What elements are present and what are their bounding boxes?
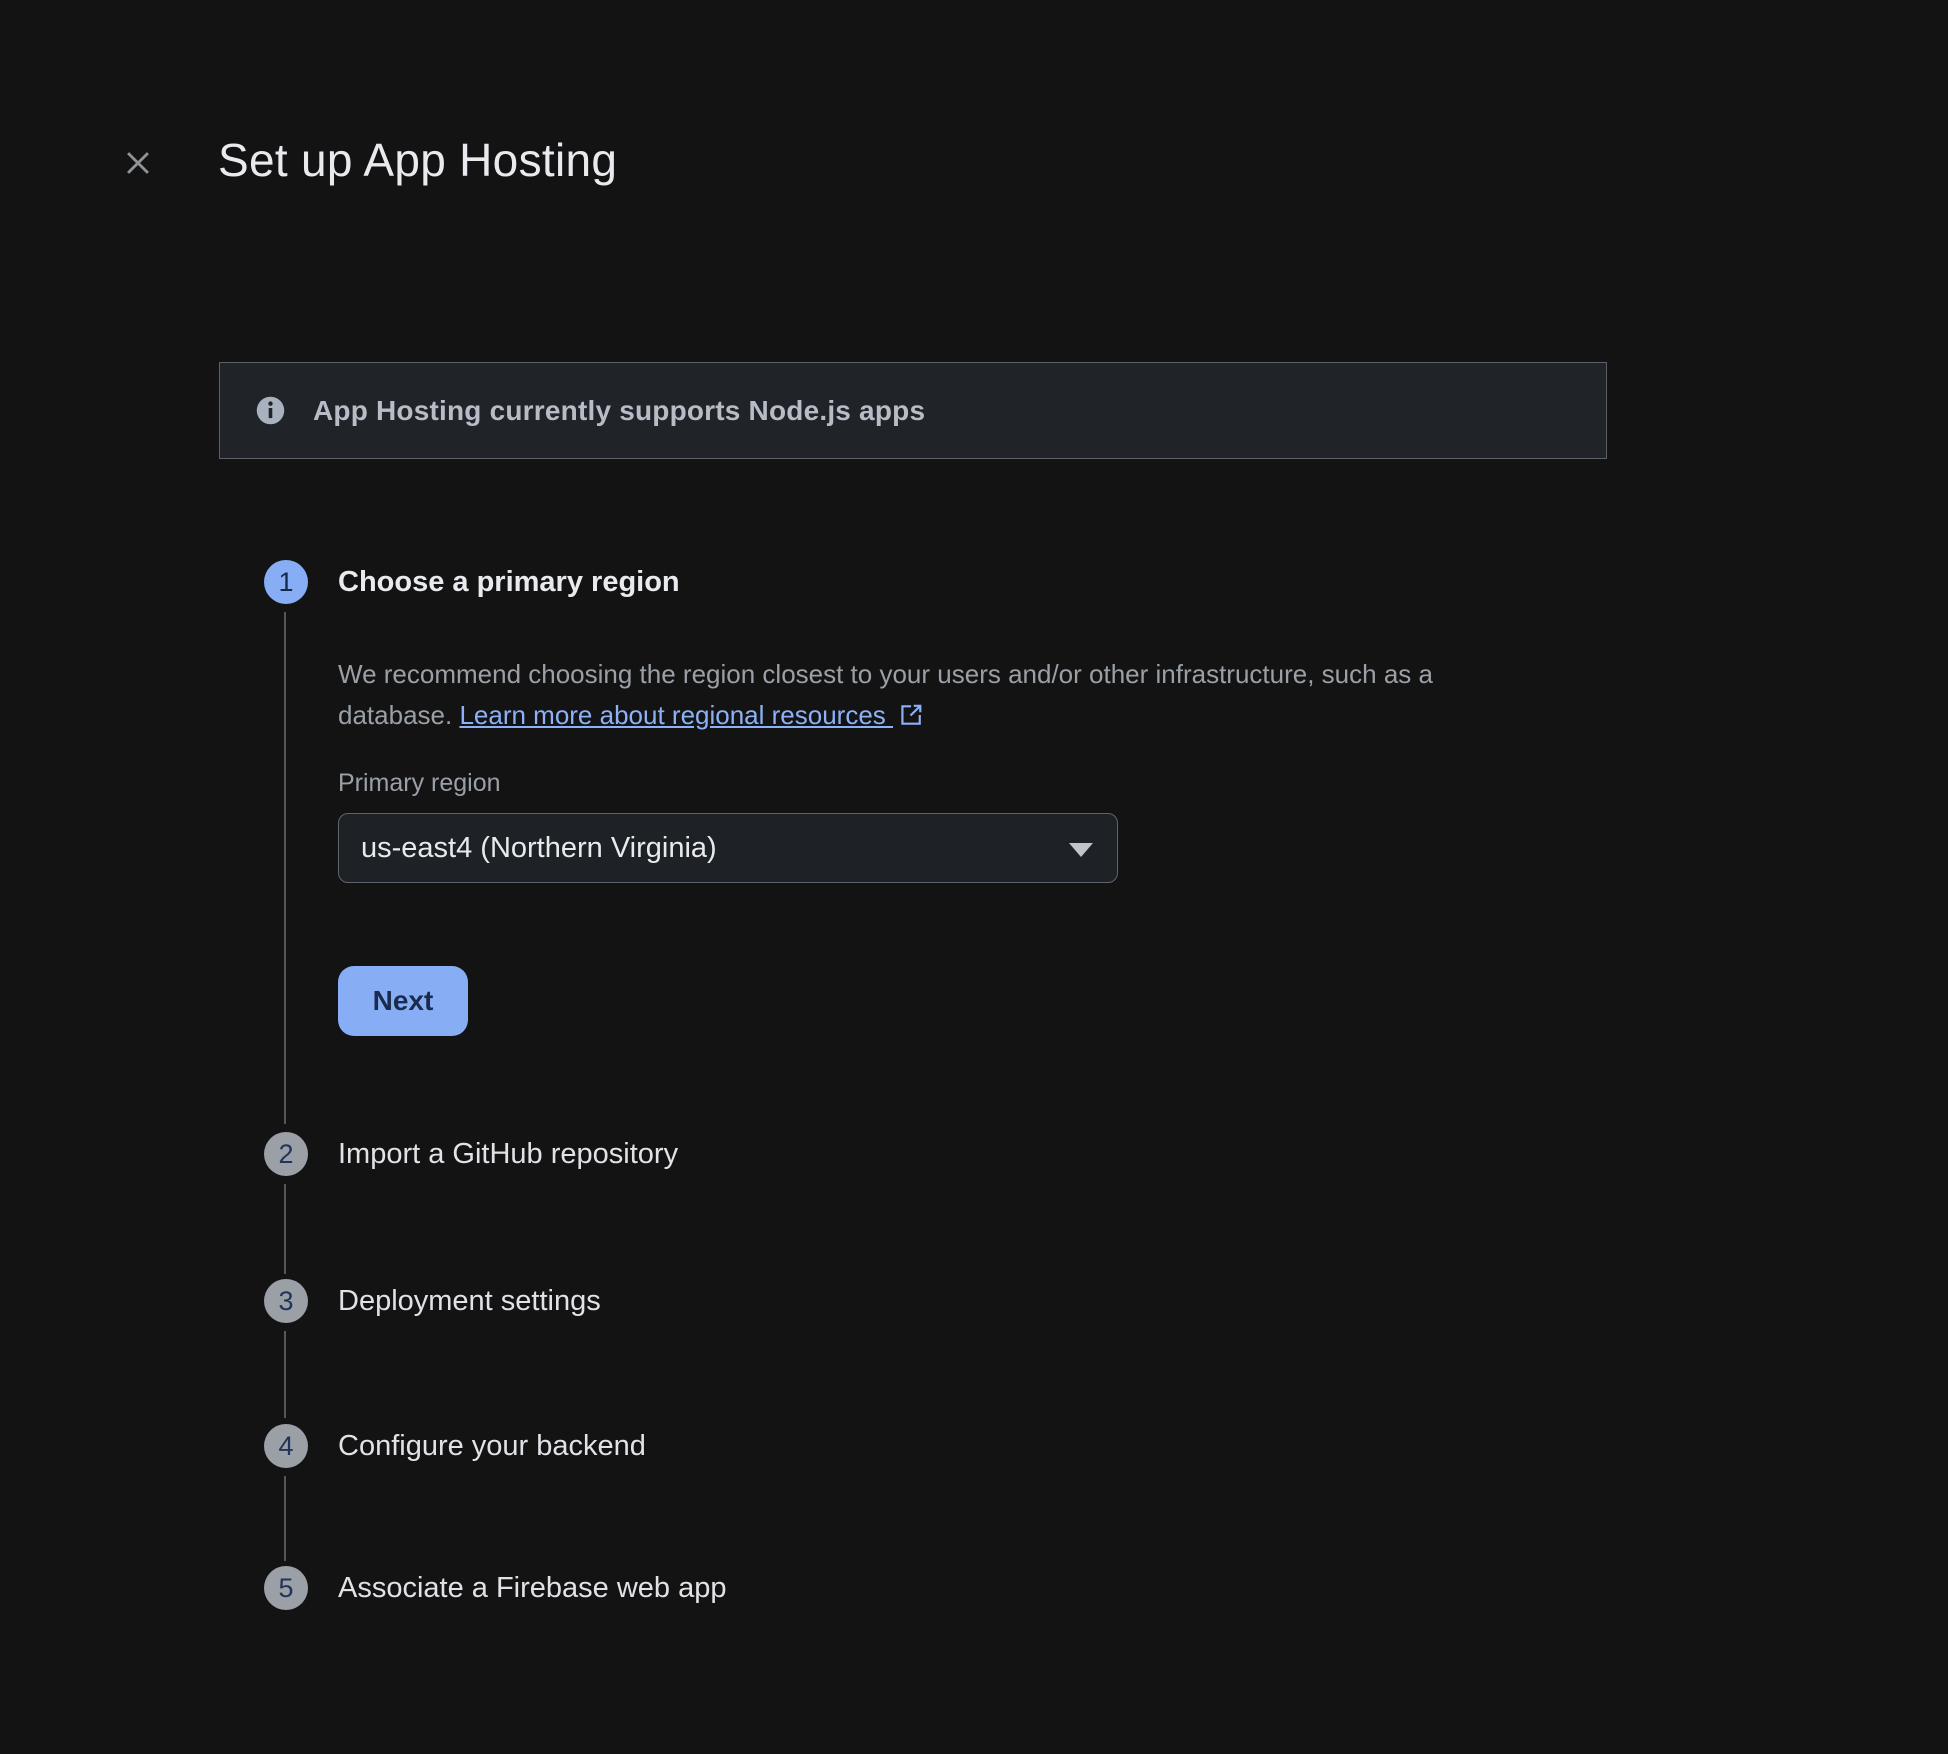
- step-3-header: 3 Deployment settings: [264, 1279, 601, 1323]
- setup-app-hosting-dialog: Set up App Hosting App Hosting currently…: [0, 0, 1948, 1754]
- info-banner: App Hosting currently supports Node.js a…: [219, 362, 1607, 459]
- step-5-number-badge: 5: [264, 1566, 308, 1610]
- step-1-label: Choose a primary region: [338, 566, 680, 599]
- step-4-number-badge: 4: [264, 1424, 308, 1468]
- primary-region-select[interactable]: us-east4 (Northern Virginia): [338, 813, 1118, 883]
- stepper-connector: [284, 1184, 286, 1274]
- step-2-header: 2 Import a GitHub repository: [264, 1132, 678, 1176]
- close-icon[interactable]: [116, 141, 160, 185]
- chevron-down-icon: [1069, 843, 1093, 857]
- step-2-number-badge: 2: [264, 1132, 308, 1176]
- stepper-connector: [284, 1331, 286, 1418]
- step-5-label: Associate a Firebase web app: [338, 1572, 727, 1605]
- next-button[interactable]: Next: [338, 966, 468, 1036]
- info-icon: [254, 394, 287, 427]
- step-1-header: 1 Choose a primary region: [264, 560, 680, 604]
- step-3-label: Deployment settings: [338, 1285, 601, 1318]
- region-description: We recommend choosing the region closest…: [338, 654, 1553, 736]
- step-4-label: Configure your backend: [338, 1430, 646, 1463]
- close-x-glyph: [121, 146, 155, 180]
- primary-region-selected-value: us-east4 (Northern Virginia): [361, 832, 717, 865]
- primary-region-label: Primary region: [338, 769, 501, 798]
- learn-more-link[interactable]: Learn more about regional resources: [459, 700, 893, 730]
- step-2-label: Import a GitHub repository: [338, 1138, 678, 1171]
- banner-text: App Hosting currently supports Node.js a…: [313, 395, 925, 427]
- stepper-connector: [284, 612, 286, 1124]
- external-link-icon: [897, 702, 923, 728]
- page-title: Set up App Hosting: [218, 133, 617, 187]
- step-1-number-badge: 1: [264, 560, 308, 604]
- step-4-header: 4 Configure your backend: [264, 1424, 646, 1468]
- step-3-number-badge: 3: [264, 1279, 308, 1323]
- stepper-connector: [284, 1476, 286, 1561]
- step-5-header: 5 Associate a Firebase web app: [264, 1566, 727, 1610]
